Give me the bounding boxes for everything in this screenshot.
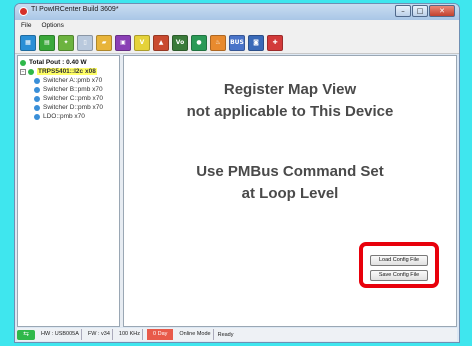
- collapse-icon[interactable]: −: [20, 68, 26, 75]
- tree-device-row[interactable]: − TRPS5401::I2c x08: [20, 67, 117, 76]
- tree-icon[interactable]: ✦: [58, 34, 74, 51]
- toolbar: ▦ ▤ ✦ ▯ ▰ ▣ V ▲ Vo ● ♨ BUS ◙ ✚: [15, 32, 459, 54]
- menu-bar: File Options: [15, 20, 459, 32]
- save-icon[interactable]: ▣: [115, 34, 131, 51]
- tree-total-row[interactable]: Total Pout : 0.40 W: [20, 58, 117, 67]
- tree-item-rail[interactable]: Switcher A::pmb x70: [20, 76, 117, 85]
- bus-icon[interactable]: BUS: [229, 34, 245, 51]
- tree-item-rail[interactable]: Switcher B::pmb x70: [20, 85, 117, 94]
- device-status-icon: [28, 68, 34, 75]
- rail-status-icon: [34, 86, 40, 93]
- status-dot-icon: [20, 59, 26, 66]
- menu-file[interactable]: File: [21, 20, 31, 32]
- usb-connection-icon: ⇆: [17, 329, 35, 340]
- total-pout-label: Total Pout : 0.40 W: [29, 59, 87, 66]
- vout-icon[interactable]: Vo: [172, 34, 188, 51]
- chart-icon[interactable]: ▲: [153, 34, 169, 51]
- rail-status-icon: [34, 113, 40, 120]
- rail-label: Switcher B::pmb x70: [43, 86, 103, 93]
- fault-icon[interactable]: ●: [191, 34, 207, 51]
- title-bar[interactable]: TI PowIRCenter Build 3609* – □ ✕: [15, 4, 459, 20]
- app-logo-icon: [19, 7, 28, 16]
- hw-status: HW : USB005A: [39, 329, 82, 340]
- register-map-panel: Register Map View not applicable to This…: [123, 55, 457, 327]
- status-bar: ⇆ HW : USB005A FW : v34 100 KHz 0 Day On…: [17, 328, 457, 341]
- device-label: TRPS5401::I2c x08: [37, 68, 97, 75]
- tree-item-rail[interactable]: LDO::pmb x70: [20, 112, 117, 121]
- load-config-button[interactable]: Load Config File: [370, 255, 428, 266]
- alert-status-badge: 0 Day: [147, 329, 174, 340]
- maximize-button[interactable]: □: [412, 5, 428, 17]
- window-controls: – □ ✕: [395, 5, 455, 17]
- help-lifebuoy-icon[interactable]: ✚: [267, 34, 283, 51]
- pmbus-hint-message: Use PMBus Command Set at Loop Level: [124, 161, 456, 205]
- message-line-1: Register Map View: [223, 81, 357, 98]
- rail-label: LDO::pmb x70: [43, 113, 85, 120]
- menu-options[interactable]: Options: [41, 20, 63, 32]
- tree-item-rail[interactable]: Switcher D::pmb x70: [20, 103, 117, 112]
- tree-item-rail[interactable]: Switcher C::pmb x70: [20, 94, 117, 103]
- message-line-2: not applicable to This Device: [186, 103, 394, 120]
- fw-status: FW : v34: [86, 329, 113, 340]
- rail-label: Switcher A::pmb x70: [43, 77, 103, 84]
- app-window: TI PowIRCenter Build 3609* – □ ✕ File Op…: [14, 3, 460, 343]
- device-tree: Total Pout : 0.40 W − TRPS5401::I2c x08 …: [17, 55, 120, 327]
- rail-label: Switcher D::pmb x70: [43, 104, 103, 111]
- vout-graph-icon[interactable]: V: [134, 34, 150, 51]
- monitor-icon[interactable]: ◙: [248, 34, 264, 51]
- content-area: Total Pout : 0.40 W − TRPS5401::I2c x08 …: [17, 55, 457, 327]
- rail-label: Switcher C::pmb x70: [43, 95, 103, 102]
- folder-open-icon[interactable]: ▰: [96, 34, 112, 51]
- mode-status: Online Mode: [177, 329, 214, 340]
- register-map-icon[interactable]: ▦: [20, 34, 36, 51]
- minimize-button[interactable]: –: [395, 5, 411, 17]
- temperature-icon[interactable]: ♨: [210, 34, 226, 51]
- window-title: TI PowIRCenter Build 3609*: [31, 6, 119, 13]
- rail-status-icon: [34, 104, 40, 111]
- layout-icon[interactable]: ▤: [39, 34, 55, 51]
- rail-status-icon: [34, 95, 40, 102]
- save-config-button[interactable]: Save Config File: [370, 270, 428, 281]
- message-line-3: Use PMBus Command Set: [196, 163, 384, 180]
- rail-status-icon: [34, 77, 40, 84]
- close-button[interactable]: ✕: [429, 5, 455, 17]
- not-applicable-message: Register Map View not applicable to This…: [124, 79, 456, 123]
- ready-status: Ready: [217, 331, 234, 338]
- document-icon[interactable]: ▯: [77, 34, 93, 51]
- message-line-4: at Loop Level: [241, 185, 339, 202]
- frequency-status: 100 KHz: [117, 329, 144, 340]
